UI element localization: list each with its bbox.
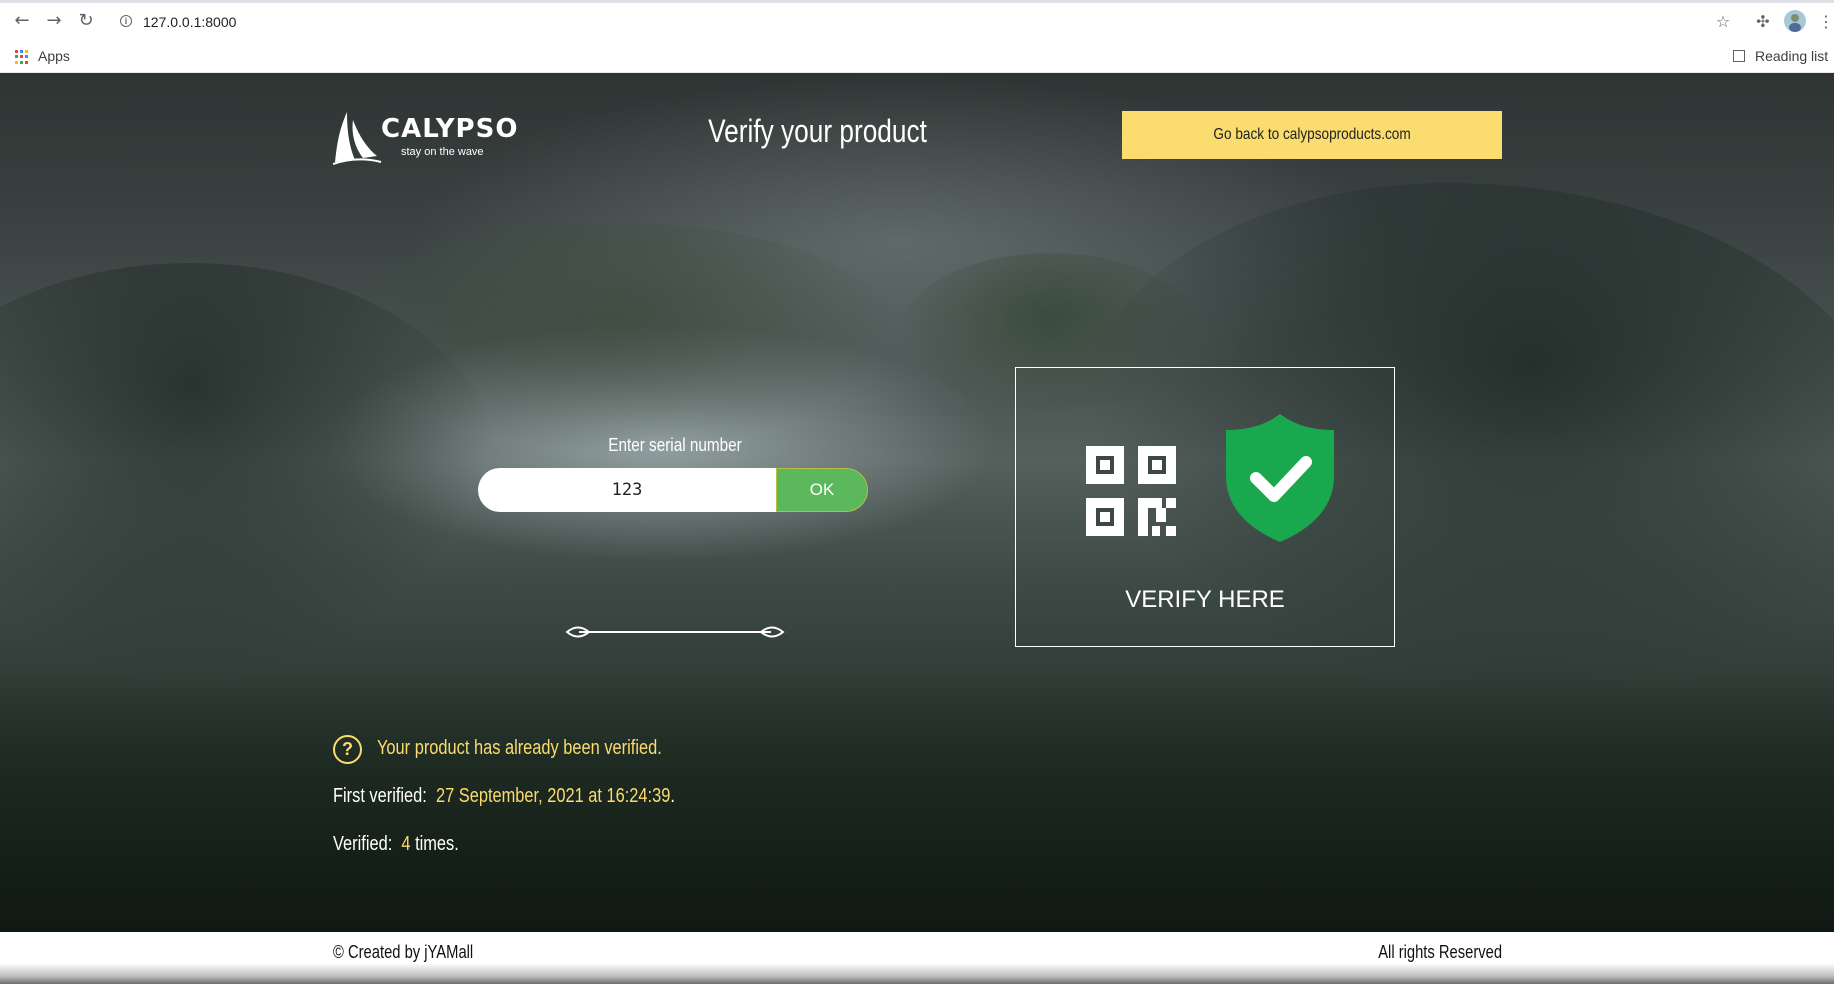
verify-here-card[interactable]: VERIFY HERE (1015, 367, 1395, 647)
star-icon[interactable]: ☆ (1712, 11, 1734, 33)
ok-button[interactable]: OK (776, 468, 868, 512)
background-hill (340, 223, 900, 453)
verified-count: 4 (401, 833, 411, 855)
go-back-button[interactable]: Go back to calypsoproducts.com (1122, 111, 1502, 159)
browser-toolbar: ← → ↻ i 127.0.0.1:8000 ☆ ✣ ⋮ (0, 0, 1834, 40)
apps-grid-icon[interactable] (15, 50, 29, 64)
verify-here-label: VERIFY HERE (1125, 586, 1285, 613)
forward-arrow-icon[interactable]: → (42, 9, 66, 33)
bookmarks-bar: Apps Reading list (0, 40, 1834, 73)
question-circle-icon: ? (333, 735, 362, 764)
footer-rights: All rights Reserved (1378, 942, 1502, 962)
first-verified-label: First verified: (333, 785, 427, 807)
kebab-menu-icon[interactable]: ⋮ (1818, 11, 1834, 33)
brand-tagline: stay on the wave (401, 146, 484, 158)
qr-code-icon (1086, 446, 1176, 536)
reading-list-icon[interactable] (1733, 50, 1745, 62)
footer: © Created by jYAMall All rights Reserved (0, 932, 1834, 984)
page-title: Verify your product (708, 113, 927, 149)
page-background: CALYPSO stay on the wave Verify your pro… (0, 73, 1834, 933)
go-back-button-label: Go back to calypsoproducts.com (1213, 126, 1411, 143)
back-arrow-icon[interactable]: ← (10, 9, 34, 33)
info-icon[interactable]: i (120, 15, 132, 27)
sail-icon (333, 112, 382, 165)
brand-logo[interactable]: CALYPSO stay on the wave (333, 108, 517, 168)
verified-suffix: times. (415, 833, 459, 855)
footer-credit: © Created by jYAMall (333, 942, 474, 962)
verified-count-line: Verified: 4 times. (333, 833, 459, 856)
status-message: Your product has already been verified. (377, 737, 662, 759)
reload-icon[interactable]: ↻ (74, 9, 98, 33)
reading-list-button[interactable]: Reading list (1755, 48, 1828, 64)
serial-number-label: Enter serial number (608, 435, 742, 455)
background-forest (0, 673, 1834, 933)
profile-avatar[interactable] (1784, 10, 1806, 32)
serial-number-input[interactable] (478, 468, 776, 512)
shield-check-icon (1226, 414, 1334, 542)
first-verified-suffix: . (670, 785, 675, 807)
first-verified-line: First verified: 27 September, 2021 at 16… (333, 785, 675, 808)
extensions-puzzle-icon[interactable]: ✣ (1752, 11, 1774, 33)
verified-label: Verified: (333, 833, 393, 855)
divider-ornament-icon (565, 626, 785, 638)
url-text[interactable]: 127.0.0.1:8000 (143, 14, 236, 30)
address-bar[interactable]: i 127.0.0.1:8000 (110, 8, 1690, 36)
first-verified-value: 27 September, 2021 at 16:24:39 (435, 785, 671, 807)
bookmark-apps[interactable]: Apps (38, 48, 70, 64)
brand-name: CALYPSO (381, 114, 519, 144)
serial-number-form: OK (478, 468, 868, 512)
